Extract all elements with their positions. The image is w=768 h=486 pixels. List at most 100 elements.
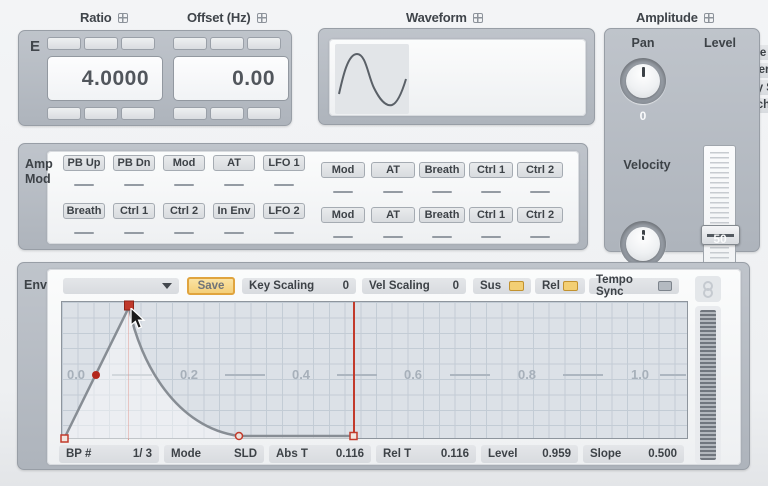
amp-mod-source-at[interactable]: AT: [213, 155, 255, 171]
amp-mod-amount-slider[interactable]: [74, 232, 94, 234]
velocity-value[interactable]: 0: [605, 232, 681, 246]
release-checkbox[interactable]: [563, 281, 578, 291]
waveform-panel: Sine Invert Key Sync Pitch Env: [318, 28, 595, 125]
amp-mod-amount-slider[interactable]: [124, 184, 144, 186]
env-breakpoint-end[interactable]: [350, 433, 357, 440]
tempo-sync-checkbox[interactable]: [658, 281, 672, 291]
vel-mod-amount-slider[interactable]: [530, 236, 550, 238]
vel-scaling-field[interactable]: Vel Scaling 0: [362, 278, 466, 294]
amp-mod-source-ctrl1[interactable]: Ctrl 1: [113, 203, 155, 219]
amp-mod-amount-slider[interactable]: [124, 232, 144, 234]
amp-mod-amount-slider[interactable]: [224, 232, 244, 234]
env-preset-dropdown[interactable]: [63, 278, 179, 294]
amplitude-menu-grid-icon[interactable]: [704, 13, 714, 23]
offset-menu-grid-icon[interactable]: [257, 13, 267, 23]
offset-step-button-2[interactable]: [210, 37, 244, 50]
offset-step-button-5[interactable]: [210, 107, 244, 120]
vel-mod-amount-slider[interactable]: [432, 236, 452, 238]
amp-mod-amount-slider[interactable]: [174, 184, 194, 186]
ratio-offset-panel: E 4.0000 0.00: [18, 30, 292, 126]
amp-mod-amount-slider[interactable]: [274, 232, 294, 234]
env-breakpoint-decay-end[interactable]: [236, 433, 243, 440]
amp-mod-source-pb-dn[interactable]: PB Dn: [113, 155, 155, 171]
bp-level-label: Level: [488, 448, 517, 460]
abs-t-label: Abs T: [276, 448, 308, 460]
sustain-checkbox[interactable]: [509, 281, 524, 291]
offset-step-button-1[interactable]: [173, 37, 207, 50]
release-toggle[interactable]: Rel: [535, 278, 585, 294]
pan-value[interactable]: 0: [605, 109, 681, 123]
slope-field[interactable]: Slope 0.500: [583, 445, 684, 463]
pan-mod-amount-slider[interactable]: [333, 191, 353, 193]
breakpoint-number-field[interactable]: BP # 1/ 3: [59, 445, 159, 463]
ratio-step-button-2[interactable]: [84, 37, 118, 50]
pan-mod-source-mod[interactable]: Mod: [321, 162, 365, 178]
pan-mod-amount-slider[interactable]: [530, 191, 550, 193]
key-scaling-field[interactable]: Key Scaling 0: [242, 278, 356, 294]
vel-mod-amount-slider[interactable]: [383, 236, 403, 238]
tempo-sync-toggle[interactable]: Tempo Sync: [589, 278, 679, 294]
amp-mod-source-in-env[interactable]: In Env: [213, 203, 255, 219]
save-button[interactable]: Save: [187, 277, 235, 295]
mode-field[interactable]: Mode SLD: [164, 445, 264, 463]
vel-mod-amount-slider[interactable]: [481, 236, 501, 238]
sustain-toggle[interactable]: Sus: [473, 278, 531, 294]
ratio-step-button-3[interactable]: [121, 37, 155, 50]
scrollbar-ribbed-handle[interactable]: [700, 310, 716, 460]
pan-mod-amount-slider[interactable]: [481, 191, 501, 193]
pan-knob[interactable]: [620, 58, 666, 104]
offset-step-button-3[interactable]: [247, 37, 281, 50]
operator-name-label: E: [30, 38, 40, 55]
envelope-zoom-scrollbar[interactable]: [695, 306, 721, 464]
amp-mod-amount-slider[interactable]: [174, 232, 194, 234]
amp-mod-source-ctrl2[interactable]: Ctrl 2: [163, 203, 205, 219]
amp-mod-source-breath[interactable]: Breath: [63, 203, 105, 219]
pan-knob-face: [626, 64, 660, 98]
sustain-label: Sus: [480, 280, 501, 292]
pan-mod-amount-slider[interactable]: [383, 191, 403, 193]
abs-time-field[interactable]: Abs T 0.116: [269, 445, 371, 463]
rel-time-field[interactable]: Rel T 0.116: [376, 445, 476, 463]
level-label: Level: [685, 36, 755, 50]
bp-level-field[interactable]: Level 0.959: [481, 445, 578, 463]
env-attack-slope-handle[interactable]: [92, 371, 100, 379]
pan-mod-source-ctrl1[interactable]: Ctrl 1: [469, 162, 513, 178]
envelope-link-button[interactable]: [695, 276, 721, 302]
vel-mod-amount-slider[interactable]: [333, 236, 353, 238]
ratio-step-button-4[interactable]: [47, 107, 81, 120]
pan-mod-amount-slider[interactable]: [432, 191, 452, 193]
amp-mod-source-mod[interactable]: Mod: [163, 155, 205, 171]
ratio-step-button-1[interactable]: [47, 37, 81, 50]
amp-mod-source-lfo1[interactable]: LFO 1: [263, 155, 305, 171]
slope-value: 0.500: [648, 448, 677, 460]
ratio-step-button-5[interactable]: [84, 107, 118, 120]
env-breakpoint-start[interactable]: [61, 435, 68, 442]
offset-section-title: Offset (Hz): [187, 10, 267, 25]
vel-scaling-label: Vel Scaling: [369, 280, 430, 292]
offset-step-button-6[interactable]: [247, 107, 281, 120]
velocity-label: Velocity: [609, 158, 685, 172]
key-scaling-label: Key Scaling: [249, 280, 314, 292]
amp-mod-amount-slider[interactable]: [74, 184, 94, 186]
level-value[interactable]: 50: [685, 232, 755, 246]
offset-value-display[interactable]: 0.00: [173, 56, 289, 101]
waveform-menu-grid-icon[interactable]: [473, 13, 483, 23]
ratio-menu-grid-icon[interactable]: [118, 13, 128, 23]
vel-mod-source-ctrl2[interactable]: Ctrl 2: [517, 207, 563, 223]
slope-label: Slope: [590, 448, 621, 460]
amp-mod-amount-slider[interactable]: [274, 184, 294, 186]
pan-mod-source-ctrl2[interactable]: Ctrl 2: [517, 162, 563, 178]
pan-mod-source-breath[interactable]: Breath: [419, 162, 465, 178]
ratio-value-display[interactable]: 4.0000: [47, 56, 163, 101]
envelope-graph[interactable]: 0.0 0.2 0.4 0.6 0.8 1.0: [61, 301, 688, 439]
amp-mod-amount-slider[interactable]: [224, 184, 244, 186]
offset-step-button-4[interactable]: [173, 107, 207, 120]
pan-mod-source-at[interactable]: AT: [371, 162, 415, 178]
ratio-step-button-6[interactable]: [121, 107, 155, 120]
vel-mod-source-ctrl1[interactable]: Ctrl 1: [469, 207, 513, 223]
amp-mod-source-pb-up[interactable]: PB Up: [63, 155, 105, 171]
vel-mod-source-at[interactable]: AT: [371, 207, 415, 223]
amp-mod-source-lfo2[interactable]: LFO 2: [263, 203, 305, 219]
vel-mod-source-mod[interactable]: Mod: [321, 207, 365, 223]
vel-mod-source-breath[interactable]: Breath: [419, 207, 465, 223]
